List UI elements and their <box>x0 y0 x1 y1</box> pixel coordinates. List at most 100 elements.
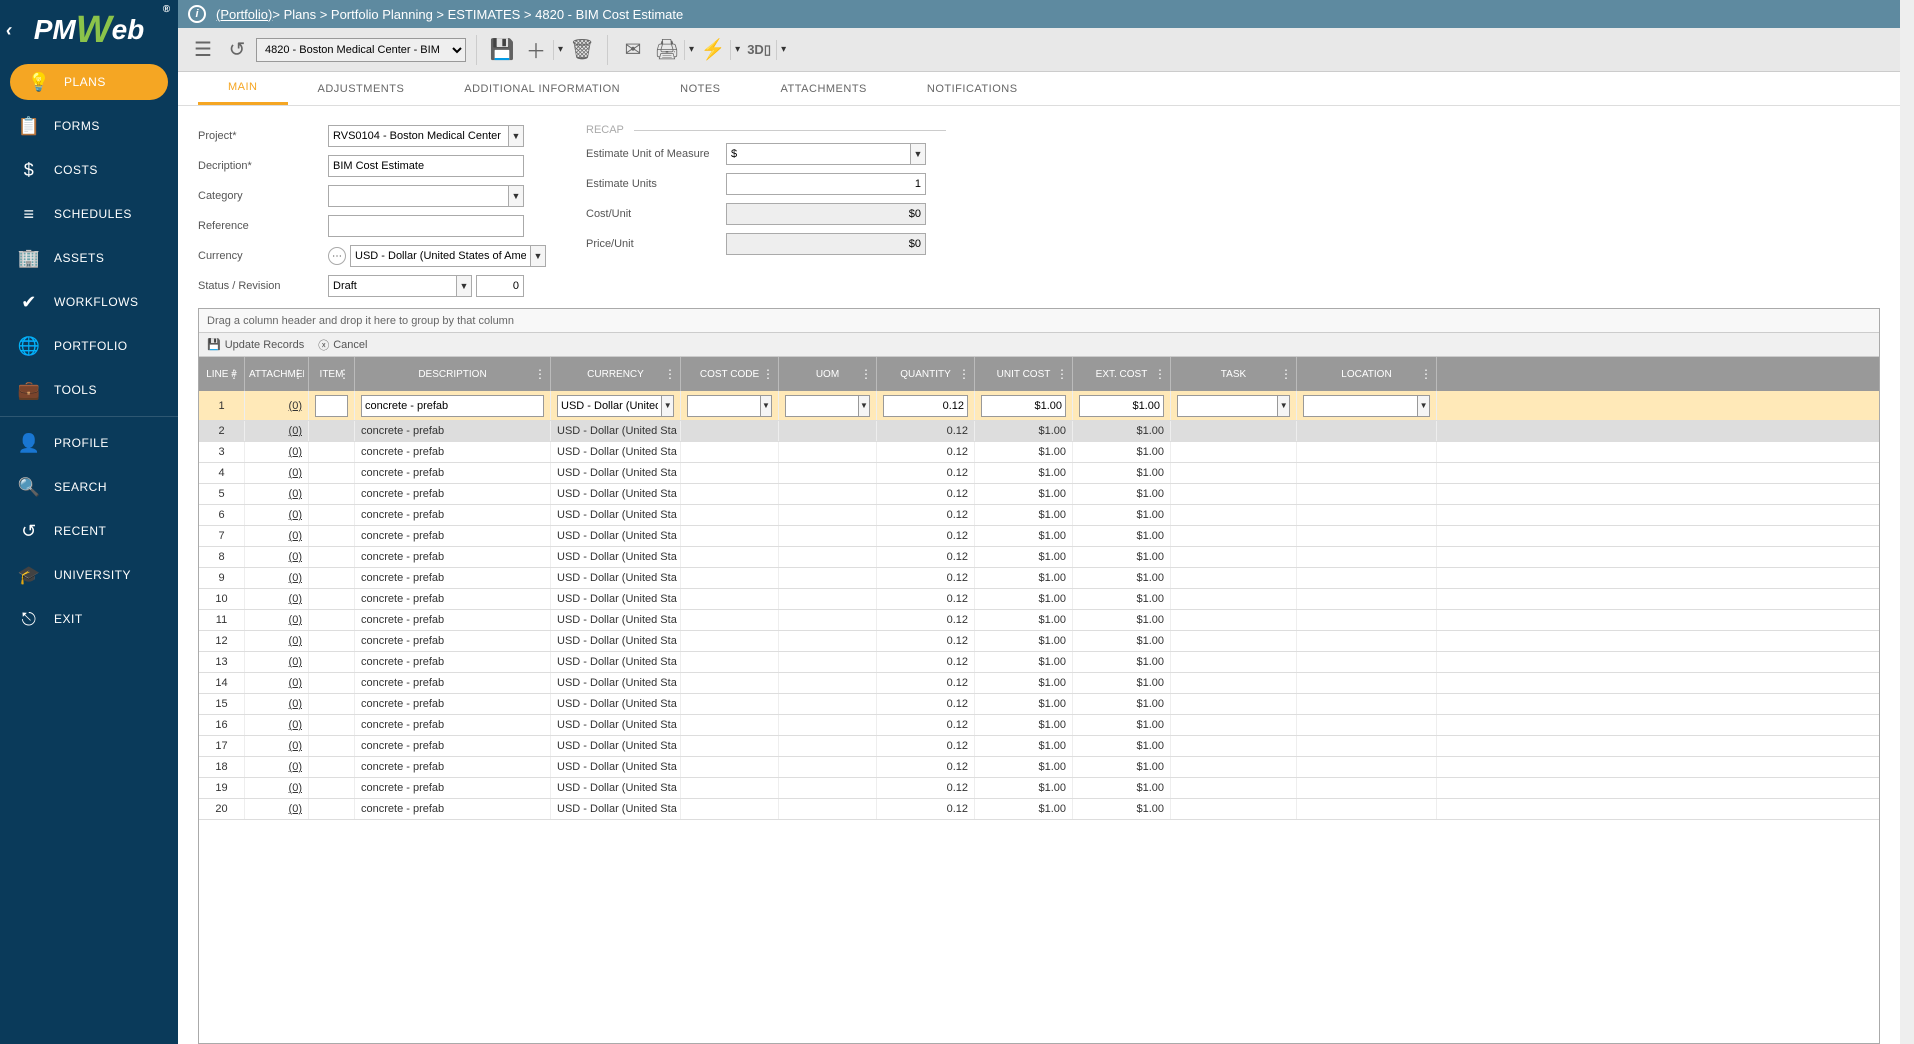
attach-link[interactable]: (0) <box>289 425 302 437</box>
table-row[interactable]: 11 (0) concrete - prefab USD - Dollar (U… <box>199 610 1879 631</box>
add-icon[interactable]: ＋ <box>521 35 551 65</box>
attach-link[interactable]: (0) <box>289 635 302 647</box>
status-input[interactable] <box>328 275 456 297</box>
sidebar-item-portfolio[interactable]: 🌐PORTFOLIO <box>0 324 178 368</box>
currency-more-icon[interactable]: ⋯ <box>328 247 346 265</box>
table-row[interactable]: 16 (0) concrete - prefab USD - Dollar (U… <box>199 715 1879 736</box>
attach-link[interactable]: (0) <box>289 719 302 731</box>
sidebar-item-costs[interactable]: $COSTS <box>0 148 178 192</box>
sidebar-item-workflows[interactable]: ✔WORKFLOWS <box>0 280 178 324</box>
qty-input[interactable] <box>883 395 968 417</box>
col-curr[interactable]: CURRENCY⋮ <box>551 357 681 391</box>
cancel-button[interactable]: ⓧCancel <box>318 337 367 353</box>
sidebar-item-profile[interactable]: 👤PROFILE <box>0 421 178 465</box>
mail-icon[interactable]: ✉ <box>618 35 648 65</box>
table-row[interactable]: 8 (0) concrete - prefab USD - Dollar (Un… <box>199 547 1879 568</box>
col-attach[interactable]: ATTACHMENTS⋮ <box>245 357 309 391</box>
attach-link[interactable]: (0) <box>289 509 302 521</box>
attach-link[interactable]: (0) <box>289 572 302 584</box>
col-uom[interactable]: UOM⋮ <box>779 357 877 391</box>
col-task[interactable]: TASK⋮ <box>1171 357 1297 391</box>
sidebar-item-plans[interactable]: 💡PLANS <box>10 64 168 100</box>
attach-link[interactable]: (0) <box>289 803 302 815</box>
category-input[interactable] <box>328 185 508 207</box>
eum-input[interactable] <box>726 143 910 165</box>
table-row[interactable]: 12 (0) concrete - prefab USD - Dollar (U… <box>199 631 1879 652</box>
record-selector[interactable]: 4820 - Boston Medical Center - BIM <box>256 38 466 62</box>
scrollbar[interactable] <box>1900 0 1914 1044</box>
bim-icon[interactable]: 3D▯ <box>744 35 774 65</box>
tab-main[interactable]: MAIN <box>198 72 288 105</box>
sidebar-item-assets[interactable]: 🏢ASSETS <box>0 236 178 280</box>
table-row-editing[interactable]: 1 (0) ▼ ▼ ▼ ▼ ▼ <box>199 391 1879 421</box>
table-row[interactable]: 19 (0) concrete - prefab USD - Dollar (U… <box>199 778 1879 799</box>
attach-link[interactable]: (0) <box>289 446 302 458</box>
attach-link[interactable]: (0) <box>289 614 302 626</box>
attach-link[interactable]: (0) <box>289 782 302 794</box>
col-unit[interactable]: UNIT COST⋮ <box>975 357 1073 391</box>
task-input[interactable] <box>1177 395 1277 417</box>
attach-link[interactable]: (0) <box>289 761 302 773</box>
col-item[interactable]: ITEM⋮ <box>309 357 355 391</box>
col-line[interactable]: LINE #⋮ <box>199 357 245 391</box>
loc-input[interactable] <box>1303 395 1417 417</box>
attach-link[interactable]: (0) <box>289 467 302 479</box>
print-dropdown-icon[interactable]: ▾ <box>684 40 694 60</box>
tab-notifications[interactable]: NOTIFICATIONS <box>897 72 1048 105</box>
print-icon[interactable]: 🖨 <box>652 35 682 65</box>
table-row[interactable]: 15 (0) concrete - prefab USD - Dollar (U… <box>199 694 1879 715</box>
table-row[interactable]: 2 (0) concrete - prefab USD - Dollar (Un… <box>199 421 1879 442</box>
sidebar-item-university[interactable]: 🎓UNIVERSITY <box>0 553 178 597</box>
attach-link[interactable]: (0) <box>289 698 302 710</box>
revision-input[interactable] <box>476 275 524 297</box>
col-loc[interactable]: LOCATION⋮ <box>1297 357 1437 391</box>
table-row[interactable]: 5 (0) concrete - prefab USD - Dollar (Un… <box>199 484 1879 505</box>
save-icon[interactable]: 💾 <box>487 35 517 65</box>
table-row[interactable]: 10 (0) concrete - prefab USD - Dollar (U… <box>199 589 1879 610</box>
attach-link[interactable]: (0) <box>289 530 302 542</box>
uom-input[interactable] <box>785 395 858 417</box>
table-row[interactable]: 20 (0) concrete - prefab USD - Dollar (U… <box>199 799 1879 820</box>
tab-additional-information[interactable]: ADDITIONAL INFORMATION <box>434 72 650 105</box>
history-icon[interactable]: ↺ <box>222 35 252 65</box>
add-dropdown-icon[interactable]: ▾ <box>553 40 563 60</box>
action-dropdown-icon[interactable]: ▾ <box>730 40 740 60</box>
col-ext[interactable]: EXT. COST⋮ <box>1073 357 1171 391</box>
status-dropdown-icon[interactable]: ▼ <box>456 275 472 297</box>
delete-icon[interactable]: 🗑 <box>567 35 597 65</box>
eunits-input[interactable] <box>726 173 926 195</box>
cost-input[interactable] <box>687 395 760 417</box>
category-dropdown-icon[interactable]: ▼ <box>508 185 524 207</box>
action-icon[interactable]: ⚡ <box>698 35 728 65</box>
col-qty[interactable]: QUANTITY⋮ <box>877 357 975 391</box>
project-dropdown-icon[interactable]: ▼ <box>508 125 524 147</box>
sidebar-item-tools[interactable]: 💼TOOLS <box>0 368 178 412</box>
attach-link[interactable]: (0) <box>289 593 302 605</box>
attach-link[interactable]: (0) <box>289 488 302 500</box>
table-row[interactable]: 6 (0) concrete - prefab USD - Dollar (Un… <box>199 505 1879 526</box>
table-row[interactable]: 17 (0) concrete - prefab USD - Dollar (U… <box>199 736 1879 757</box>
sidebar-item-search[interactable]: 🔍SEARCH <box>0 465 178 509</box>
table-row[interactable]: 14 (0) concrete - prefab USD - Dollar (U… <box>199 673 1879 694</box>
col-desc[interactable]: DESCRIPTION⋮ <box>355 357 551 391</box>
sidebar-item-schedules[interactable]: ≡SCHEDULES <box>0 192 178 236</box>
desc-input[interactable] <box>361 395 544 417</box>
col-cost[interactable]: COST CODE⋮ <box>681 357 779 391</box>
table-row[interactable]: 4 (0) concrete - prefab USD - Dollar (Un… <box>199 463 1879 484</box>
breadcrumb-portfolio-link[interactable]: (Portfolio) <box>216 7 272 22</box>
list-icon[interactable]: ☰ <box>188 35 218 65</box>
tab-adjustments[interactable]: ADJUSTMENTS <box>288 72 435 105</box>
sidebar-item-exit[interactable]: ⎋EXIT <box>0 597 178 641</box>
sidebar-item-recent[interactable]: ↺RECENT <box>0 509 178 553</box>
table-row[interactable]: 13 (0) concrete - prefab USD - Dollar (U… <box>199 652 1879 673</box>
curr-input[interactable] <box>557 395 661 417</box>
table-row[interactable]: 3 (0) concrete - prefab USD - Dollar (Un… <box>199 442 1879 463</box>
currency-input[interactable] <box>350 245 530 267</box>
project-input[interactable] <box>328 125 508 147</box>
reference-input[interactable] <box>328 215 524 237</box>
eum-dropdown-icon[interactable]: ▼ <box>910 143 926 165</box>
table-row[interactable]: 9 (0) concrete - prefab USD - Dollar (Un… <box>199 568 1879 589</box>
bim-dropdown-icon[interactable]: ▾ <box>776 40 786 60</box>
info-icon[interactable]: i <box>188 5 206 23</box>
tab-attachments[interactable]: ATTACHMENTS <box>751 72 897 105</box>
